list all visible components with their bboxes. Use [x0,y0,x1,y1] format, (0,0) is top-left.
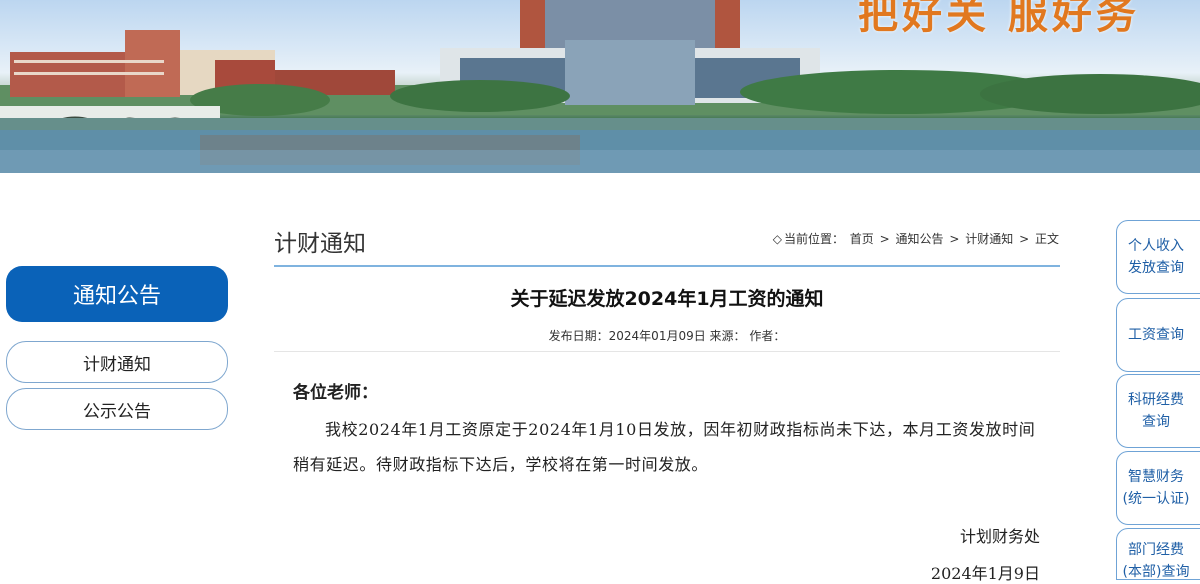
quick-link-label: 查询 [1142,414,1170,430]
breadcrumb-notices-link[interactable]: 通知公告 [896,232,944,246]
quick-link-research-funds[interactable]: 科研经费 查询 [1116,374,1200,448]
quick-link-dept-funds[interactable]: 部门经费 (本部)查询 [1116,528,1200,580]
article-title: 关于延迟发放2024年1月工资的通知 [510,288,824,310]
quick-link-label: (统一认证) [1122,491,1190,507]
quick-link-label: 智慧财务 [1128,469,1184,485]
sidebar-title: 通知公告 [6,266,228,322]
quick-link-label: 部门经费 [1128,542,1184,558]
banner-slogan: 把好关 服好务 [858,0,1140,38]
quick-link-smart-finance[interactable]: 智慧财务 (统一认证) [1116,451,1200,525]
article-meta: 发布日期：2024年01月09日 来源： 作者： [548,329,786,343]
breadcrumb-separator: > [949,232,960,246]
sidebar-item-public-notice[interactable]: 公示公告 [6,388,228,430]
breadcrumb-prefix: 当前位置： [783,232,844,246]
article-salutation: 各位老师： [293,383,378,403]
article-signature-date: 2024年1月9日 [930,564,1040,583]
quick-link-label: 工资查询 [1128,327,1184,343]
article-signature-department: 计划财务处 [959,527,1040,546]
campus-banner: 把好关 服好务 [0,0,1200,173]
section-heading: 计财通知 [274,231,366,257]
quick-link-salary-query[interactable]: 工资查询 [1116,298,1200,372]
meta-divider [274,351,1060,352]
article-body: 我校2024年1月工资原定于2024年1月10日发放，因年初财政指标尚未下达，本… [293,420,1036,474]
breadcrumb: ◇ 当前位置： 首页 > 通知公告 > 计财通知 > 正文 [772,230,1060,247]
breadcrumb-current: 正文 [1034,232,1059,246]
breadcrumb-finance-link[interactable]: 计财通知 [965,232,1013,246]
quick-link-label: 科研经费 [1128,392,1184,408]
quick-link-label: 个人收入 [1128,238,1184,254]
breadcrumb-separator: > [1019,232,1030,246]
sidebar-item-finance-notice[interactable]: 计财通知 [6,341,228,383]
heading-divider [274,265,1060,267]
breadcrumb-home-link[interactable]: 首页 [850,232,874,246]
quick-link-label: 发放查询 [1128,260,1184,276]
breadcrumb-marker-icon: ◇ [772,232,782,246]
quick-link-income-query[interactable]: 个人收入 发放查询 [1116,220,1200,294]
breadcrumb-separator: > [879,232,890,246]
